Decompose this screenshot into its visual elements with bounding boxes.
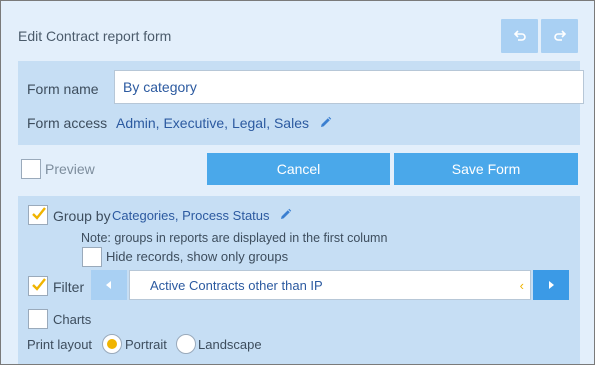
charts-label: Charts (53, 312, 92, 327)
group-by-row: Categories, Process Status (112, 208, 292, 223)
filter-select[interactable]: Active Contracts other than IP ‹ (129, 270, 531, 300)
form-access-label: Form access (27, 115, 108, 131)
filter-previous-button[interactable] (91, 270, 127, 300)
save-form-button[interactable]: Save Form (394, 153, 578, 185)
charts-checkbox[interactable] (28, 309, 48, 329)
hide-records-checkbox[interactable] (82, 247, 102, 267)
landscape-radio[interactable] (176, 334, 196, 354)
filter-next-button[interactable] (533, 270, 569, 300)
group-by-value[interactable]: Categories, Process Status (112, 208, 270, 223)
redo-button[interactable] (541, 19, 578, 53)
pencil-icon[interactable] (279, 208, 292, 221)
filter-value: Active Contracts other than IP (150, 277, 323, 293)
arrow-right-icon (549, 281, 554, 289)
cancel-button[interactable]: Cancel (207, 153, 390, 185)
preview-checkbox[interactable] (21, 159, 41, 179)
filter-checkbox[interactable] (28, 276, 48, 296)
portrait-radio[interactable] (102, 334, 122, 354)
form-name-value: By category (123, 79, 197, 95)
form-settings-panel: Form name By category Form access Admin,… (18, 61, 584, 145)
checkmark-icon (32, 207, 46, 220)
form-access-value[interactable]: Admin, Executive, Legal, Sales (116, 115, 309, 131)
group-by-checkbox[interactable] (28, 205, 48, 225)
radio-selected-dot (107, 339, 117, 349)
print-layout-label: Print layout (27, 337, 93, 352)
pencil-icon[interactable] (319, 116, 332, 129)
landscape-label: Landscape (198, 337, 262, 352)
chevron-left-icon: ‹ (519, 278, 524, 293)
report-options-panel: Group by Categories, Process Status Note… (18, 196, 580, 364)
form-name-label: Form name (27, 81, 99, 97)
edit-report-form-dialog: Edit Contract report form Form name By c… (0, 0, 595, 365)
form-access-row: Admin, Executive, Legal, Sales (116, 115, 332, 131)
arrow-left-icon (106, 281, 111, 289)
undo-button[interactable] (501, 19, 538, 53)
preview-label: Preview (45, 161, 95, 177)
portrait-label: Portrait (125, 337, 167, 352)
redo-icon (553, 30, 566, 41)
dialog-title: Edit Contract report form (18, 28, 172, 44)
checkmark-icon (32, 278, 46, 291)
form-name-input[interactable]: By category (114, 70, 584, 104)
filter-label: Filter (53, 279, 85, 295)
hide-records-label: Hide records, show only groups (106, 249, 289, 264)
group-by-label: Group by (53, 208, 111, 224)
group-note: Note: groups in reports are displayed in… (81, 231, 388, 245)
undo-icon (513, 30, 526, 41)
